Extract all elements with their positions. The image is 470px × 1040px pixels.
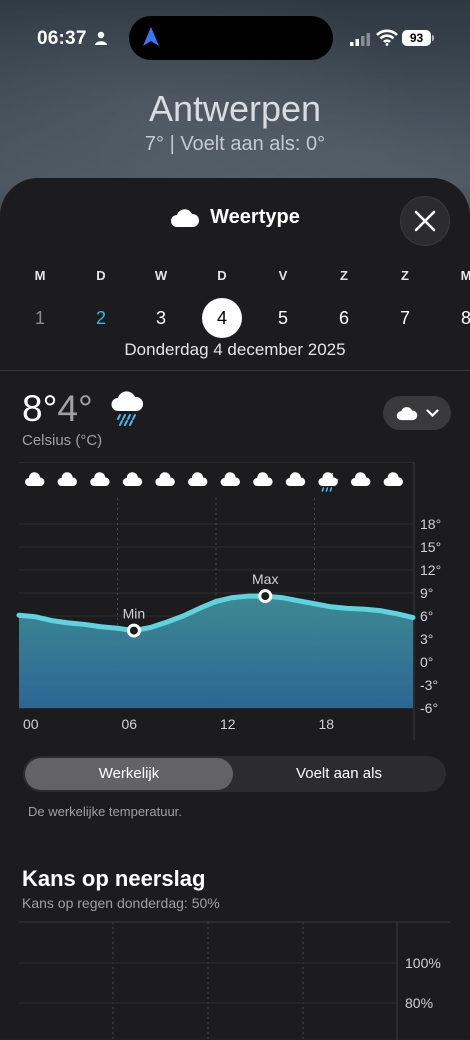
wifi-icon bbox=[376, 29, 398, 46]
y-tick-label: 18° bbox=[420, 516, 441, 532]
max-temperature: 8° bbox=[22, 388, 58, 429]
day-letter: D bbox=[96, 268, 106, 283]
day-letter: M bbox=[460, 268, 470, 283]
day-item[interactable]: M8 bbox=[446, 268, 470, 338]
cloud-icon bbox=[396, 406, 417, 420]
close-button[interactable] bbox=[400, 196, 450, 246]
status-time: 06:37 bbox=[37, 28, 87, 49]
day-item[interactable]: Z6 bbox=[324, 268, 364, 338]
rain-cloud-icon bbox=[111, 391, 144, 426]
min-temperature: 4° bbox=[57, 388, 93, 429]
y-tick-label: 9° bbox=[420, 585, 433, 601]
y-tick-label: 3° bbox=[420, 631, 433, 647]
cloud-icon bbox=[383, 472, 403, 486]
cloud-icon bbox=[57, 472, 77, 486]
max-label: Max bbox=[252, 571, 278, 587]
precipitation-title: Kans op neerslag bbox=[22, 866, 206, 891]
cloud-icon bbox=[220, 472, 240, 486]
y-tick-label: -6° bbox=[420, 700, 438, 716]
day-number: 3 bbox=[155, 308, 166, 328]
cloud-icon bbox=[122, 472, 143, 486]
sheet-title-label: Weertype bbox=[210, 206, 300, 228]
day-number: 1 bbox=[34, 308, 45, 328]
x-tick-label: 18 bbox=[319, 716, 335, 732]
day-number: 4 bbox=[202, 298, 242, 338]
temperature-area bbox=[19, 596, 413, 708]
day-letter: W bbox=[154, 268, 168, 283]
day-number: 8 bbox=[460, 308, 470, 328]
temperature-chart: 18° 15° 12° 9° 6° 3° 0° -3° -6° Min Max 00 06 12 18 bbox=[16, 462, 441, 740]
y-tick-label: -3° bbox=[420, 677, 438, 693]
chevron-down-icon bbox=[425, 408, 439, 417]
x-tick-label: 06 bbox=[122, 716, 138, 732]
unit-label: Celsius (°C) bbox=[22, 432, 103, 449]
day-letter: Z bbox=[401, 268, 409, 283]
city-name: Antwerpen bbox=[148, 88, 322, 129]
close-icon bbox=[414, 210, 436, 232]
precipitation-subtitle: Kans op regen donderdag: 50% bbox=[22, 895, 220, 911]
day-letter: D bbox=[217, 268, 227, 283]
battery-indicator: 93 bbox=[402, 30, 431, 46]
feels-like-tab[interactable]: Voelt aan als bbox=[235, 758, 443, 790]
day-number: 2 bbox=[95, 308, 106, 328]
max-marker bbox=[258, 589, 273, 604]
cloud-icon bbox=[171, 208, 200, 227]
day-number: 6 bbox=[338, 308, 349, 328]
battery-tip bbox=[432, 35, 434, 41]
cloud-icon bbox=[253, 472, 273, 486]
day-item[interactable]: D2 bbox=[81, 268, 121, 338]
current-temp-summary: 7° | Voelt aan als: 0° bbox=[144, 133, 326, 155]
person-icon bbox=[95, 31, 107, 45]
y-tick-label: 6° bbox=[420, 608, 433, 624]
day-number: 7 bbox=[399, 308, 410, 328]
y-tick-label: 80% bbox=[405, 995, 433, 1011]
conditions-sheet: Weertype M1D2W3D4V5Z6Z7M8 Donderdag 4 de… bbox=[0, 178, 470, 1040]
y-tick-label: 15° bbox=[420, 539, 441, 555]
divider bbox=[0, 370, 470, 371]
day-picker: M1D2W3D4V5Z6Z7M8 bbox=[0, 268, 470, 338]
day-item[interactable]: W3 bbox=[141, 268, 181, 338]
mode-description: De werkelijke temperatuur. bbox=[28, 804, 182, 819]
chart-type-selector[interactable] bbox=[383, 396, 451, 430]
temperature-mode-toggle: Werkelijk Voelt aan als bbox=[23, 756, 446, 792]
cloud-icon bbox=[285, 472, 306, 486]
day-item[interactable]: M1 bbox=[20, 268, 60, 338]
day-letter: Z bbox=[340, 268, 348, 283]
day-item[interactable]: D4 bbox=[202, 268, 242, 338]
signal-icon bbox=[350, 33, 370, 46]
day-temperature-range: 8°4° bbox=[22, 388, 93, 430]
y-tick-label: 100% bbox=[405, 955, 441, 971]
day-item[interactable]: V5 bbox=[263, 268, 303, 338]
y-tick-label: 12° bbox=[420, 562, 441, 578]
cloud-icon bbox=[351, 472, 371, 486]
day-letter: V bbox=[278, 268, 288, 283]
min-marker bbox=[126, 623, 141, 638]
selected-date: Donderdag 4 december 2025 bbox=[124, 340, 346, 359]
cloud-icon bbox=[155, 472, 175, 486]
day-number: 5 bbox=[277, 308, 288, 328]
x-tick-label: 12 bbox=[220, 716, 236, 732]
actual-temperature-tab[interactable]: Werkelijk bbox=[25, 758, 233, 790]
y-tick-label: 0° bbox=[420, 654, 433, 670]
day-letter: M bbox=[34, 268, 46, 283]
min-label: Min bbox=[123, 606, 146, 622]
precipitation-chart: 100% 80% bbox=[19, 921, 450, 1040]
navigation-arrow-icon bbox=[143, 27, 159, 46]
x-tick-label: 00 bbox=[23, 716, 39, 732]
status-bar: 06:37 93 bbox=[0, 16, 470, 60]
cloud-moon-rain-icon bbox=[318, 472, 339, 492]
cloud-icon bbox=[25, 472, 45, 486]
cloud-icon bbox=[188, 472, 208, 486]
sheet-title: Weertype bbox=[170, 206, 300, 229]
cloud-icon bbox=[90, 472, 110, 486]
day-item[interactable]: Z7 bbox=[385, 268, 425, 338]
